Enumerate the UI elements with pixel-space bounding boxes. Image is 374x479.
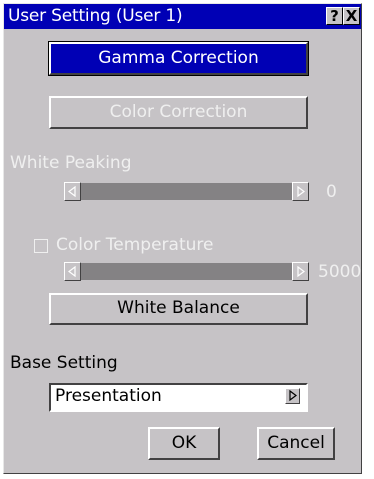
white-balance-button[interactable]: White Balance: [49, 293, 308, 325]
slider-track: [80, 183, 293, 200]
white-peaking-slider[interactable]: [64, 182, 309, 201]
base-setting-select[interactable]: Presentation: [49, 383, 308, 412]
arrow-left-icon: [68, 186, 76, 197]
arrow-right-icon: [297, 186, 305, 197]
color-temperature-slider[interactable]: [64, 262, 309, 281]
close-button[interactable]: X: [343, 7, 360, 25]
white-peaking-value: 0: [326, 182, 337, 202]
color-correction-button[interactable]: Color Correction: [49, 96, 308, 129]
arrow-right-icon: [289, 390, 297, 401]
slider-right-arrow[interactable]: [292, 182, 309, 201]
white-peaking-label: White Peaking: [10, 153, 132, 173]
base-setting-label: Base Setting: [10, 353, 118, 373]
slider-left-arrow[interactable]: [64, 182, 81, 201]
color-temperature-label: Color Temperature: [56, 235, 214, 255]
ok-button[interactable]: OK: [148, 427, 220, 460]
close-icon: X: [345, 7, 358, 25]
arrow-left-icon: [68, 266, 76, 277]
title-bar[interactable]: User Setting (User 1) ? X: [4, 4, 361, 29]
slider-right-arrow[interactable]: [292, 262, 309, 281]
help-icon: ?: [330, 7, 339, 25]
base-setting-value: Presentation: [55, 386, 162, 406]
color-temperature-value: 5000: [318, 262, 362, 282]
slider-track: [80, 263, 293, 280]
select-arrow[interactable]: [285, 388, 300, 404]
user-setting-dialog: User Setting (User 1) ? X Gamma Correcti…: [3, 3, 362, 474]
color-temperature-checkbox[interactable]: [34, 239, 48, 253]
arrow-right-icon: [297, 266, 305, 277]
cancel-button[interactable]: Cancel: [257, 427, 335, 460]
gamma-correction-button[interactable]: Gamma Correction: [48, 41, 309, 76]
slider-left-arrow[interactable]: [64, 262, 81, 281]
window-title: User Setting (User 1): [8, 6, 183, 26]
help-button[interactable]: ?: [326, 7, 343, 25]
